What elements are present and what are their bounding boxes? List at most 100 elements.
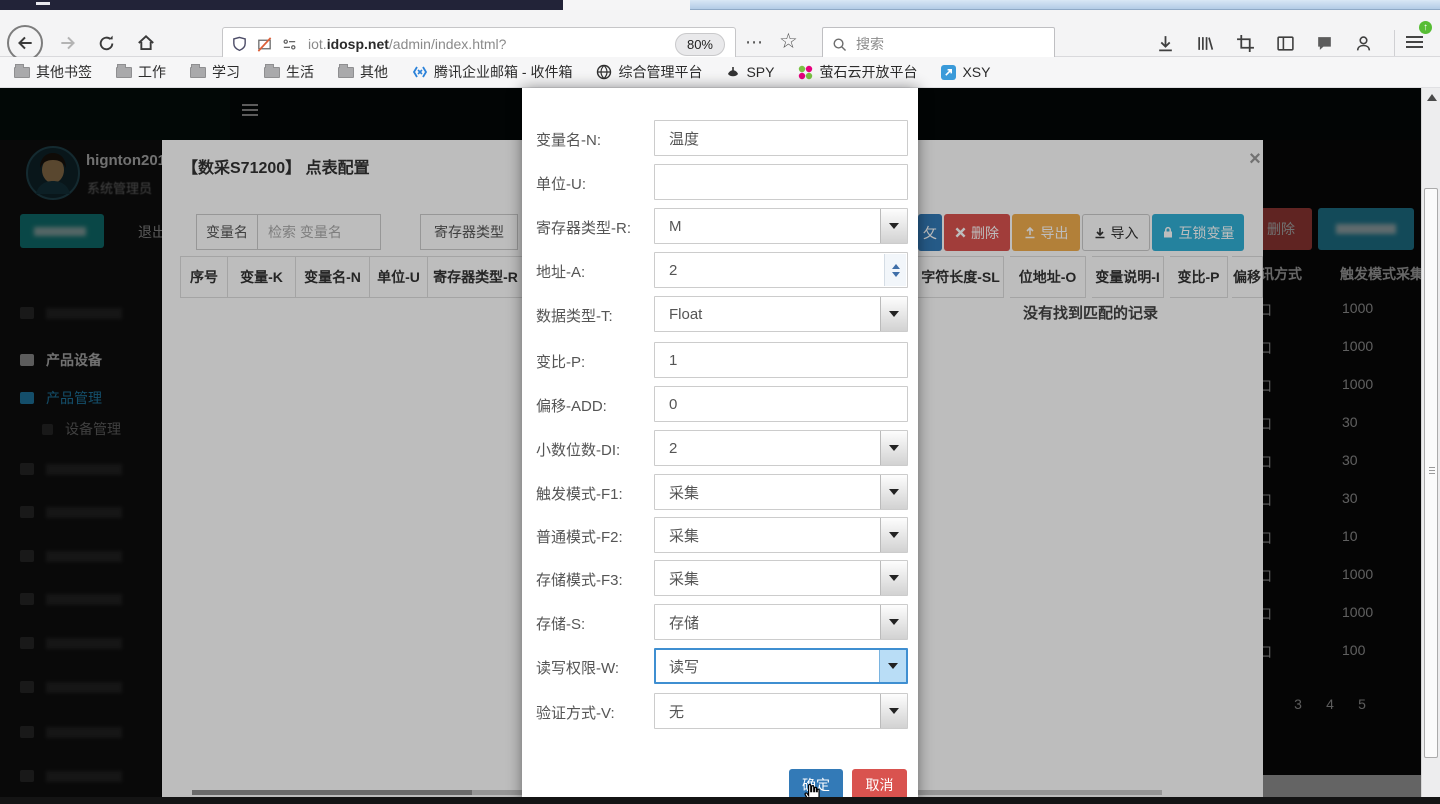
message-bubble-icon[interactable] xyxy=(1315,34,1334,53)
field-text[interactable]: 1 xyxy=(654,342,908,378)
bookmark-item[interactable]: 生活 xyxy=(264,62,314,82)
url-bar[interactable]: iot.idosp.net/admin/index.html? 80% xyxy=(222,27,736,61)
downloads-icon[interactable] xyxy=(1156,34,1175,53)
home-icon xyxy=(136,33,156,53)
field-select[interactable]: 存储 xyxy=(654,604,908,640)
vertical-scrollbar[interactable] xyxy=(1421,88,1440,804)
field-label: 触发模式-F1: xyxy=(536,483,623,504)
scrollbar-grip xyxy=(1429,467,1435,476)
page-actions-icon[interactable]: ⋯ xyxy=(745,32,764,53)
search-input[interactable]: 搜索 xyxy=(822,27,1055,61)
triangle xyxy=(889,223,899,229)
triangle xyxy=(889,445,899,451)
field-value: 0 xyxy=(669,396,677,413)
zoom-level-badge[interactable]: 80% xyxy=(675,33,725,56)
field-label: 偏移-ADD: xyxy=(536,395,607,416)
folder-icon xyxy=(116,67,132,78)
back-button[interactable] xyxy=(7,25,43,61)
bookmark-item[interactable]: 其他 xyxy=(338,62,388,82)
dropdown-arrow-icon[interactable] xyxy=(880,561,907,595)
bookmark-item[interactable]: 其他书签 xyxy=(14,62,92,82)
reload-icon xyxy=(97,34,116,53)
field-select-focused[interactable]: 读写 xyxy=(654,648,908,684)
field-select[interactable]: 采集 xyxy=(654,474,908,510)
variable-edit-dialog: 变量名-N:温度单位-U:寄存器类型-R:M地址-A:2数据类型-T:Float… xyxy=(522,88,918,804)
xsy-icon xyxy=(941,65,956,80)
field-label: 存储模式-F3: xyxy=(536,569,623,590)
field-select[interactable]: 2 xyxy=(654,430,908,466)
permissions-icon[interactable] xyxy=(281,36,298,53)
spinner-up-icon[interactable] xyxy=(892,264,900,269)
window-strip-blue xyxy=(690,0,1440,10)
bookmark-item[interactable]: XSY xyxy=(941,64,990,80)
scroll-up-arrow-icon[interactable] xyxy=(1427,94,1437,101)
bookmark-item[interactable]: 腾讯企业邮箱 - 收件箱 xyxy=(412,62,572,82)
dropdown-arrow-icon[interactable] xyxy=(880,518,907,552)
field-value: 采集 xyxy=(669,525,699,546)
dropdown-arrow-icon[interactable] xyxy=(880,475,907,509)
bookmark-item[interactable]: 综合管理平台 xyxy=(596,62,702,82)
forward-button[interactable] xyxy=(50,25,86,61)
tencent-mail-icon xyxy=(412,65,428,79)
bookmark-label: 腾讯企业邮箱 - 收件箱 xyxy=(434,62,572,82)
bookmark-label: 综合管理平台 xyxy=(618,62,702,82)
dropdown-arrow-icon[interactable] xyxy=(880,209,907,243)
field-select[interactable]: 采集 xyxy=(654,517,908,553)
field-text[interactable]: 0 xyxy=(654,386,908,422)
bookmark-item[interactable]: 学习 xyxy=(190,62,240,82)
bookmark-item[interactable]: 萤石云开放平台 xyxy=(798,62,917,82)
field-select[interactable]: 采集 xyxy=(654,560,908,596)
dropdown-arrow-icon[interactable] xyxy=(879,650,906,682)
bookmark-item[interactable]: 工作 xyxy=(116,62,166,82)
bookmark-label: 其他书签 xyxy=(36,62,92,82)
scrollbar-thumb[interactable] xyxy=(1424,188,1438,758)
field-select[interactable]: M xyxy=(654,208,908,244)
screenshot-icon[interactable] xyxy=(1236,34,1255,53)
field-value: 无 xyxy=(669,701,684,722)
bookmark-label: SPY xyxy=(746,64,774,80)
sidebar-toggle-icon[interactable] xyxy=(1276,34,1295,53)
bookmarks-bar: 其他书签 工作 学习 生活 其他 腾讯企业邮箱 - 收件箱 综合管理平台 SPY 萤石云开放平台… xyxy=(0,57,1440,88)
library-icon[interactable] xyxy=(1196,34,1215,53)
folder-shape xyxy=(14,67,30,78)
spinner-down-icon[interactable] xyxy=(892,272,900,277)
bookmark-label: 工作 xyxy=(138,62,166,82)
triangle xyxy=(889,708,899,714)
field-label: 小数位数-DI: xyxy=(536,439,620,460)
triangle xyxy=(889,311,899,317)
bookmark-label: 萤石云开放平台 xyxy=(819,62,917,82)
globe-icon xyxy=(596,64,612,80)
field-number[interactable]: 2 xyxy=(654,252,908,288)
shield-icon[interactable] xyxy=(231,36,248,53)
bookmark-star-icon[interactable]: ☆ xyxy=(779,29,798,54)
field-label: 变量名-N: xyxy=(536,129,601,150)
field-label: 验证方式-V: xyxy=(536,702,615,723)
field-label: 存储-S: xyxy=(536,613,585,634)
dropdown-arrow-icon[interactable] xyxy=(880,431,907,465)
account-icon[interactable] xyxy=(1354,34,1373,53)
field-value: 存储 xyxy=(669,612,699,633)
screen: iot.idosp.net/admin/index.html? 80% ⋯ ☆ … xyxy=(0,0,1440,804)
field-text[interactable]: 温度 xyxy=(654,120,908,156)
dropdown-arrow-icon[interactable] xyxy=(880,605,907,639)
home-button[interactable] xyxy=(128,25,164,61)
blocked-content-icon[interactable] xyxy=(256,36,273,53)
field-value: Float xyxy=(669,306,702,323)
folder-icon xyxy=(190,67,206,78)
dropdown-arrow-icon[interactable] xyxy=(880,297,907,331)
field-value: 温度 xyxy=(669,128,699,149)
url-text: iot.idosp.net/admin/index.html? xyxy=(308,36,506,52)
field-value: 采集 xyxy=(669,568,699,589)
folder-shape xyxy=(190,67,206,78)
field-select[interactable]: 无 xyxy=(654,693,908,729)
number-spinner[interactable] xyxy=(884,254,906,286)
triangle xyxy=(889,532,899,538)
folder-icon xyxy=(264,67,280,78)
dropdown-arrow-icon[interactable] xyxy=(880,694,907,728)
menu-button[interactable] xyxy=(1406,36,1423,51)
field-select[interactable]: Float xyxy=(654,296,908,332)
field-value: 读写 xyxy=(669,656,699,677)
field-text[interactable] xyxy=(654,164,908,200)
reload-button[interactable] xyxy=(88,25,124,61)
bookmark-item[interactable]: SPY xyxy=(726,64,774,80)
